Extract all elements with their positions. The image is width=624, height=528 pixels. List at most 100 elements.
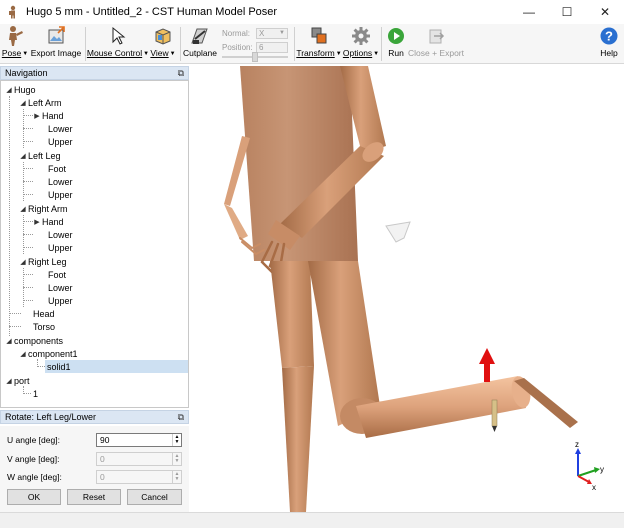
tree-item-head[interactable]: Head (33, 307, 55, 320)
tree-item-right-leg-lower[interactable]: Lower (48, 281, 73, 294)
expanded-icon[interactable]: ◢ (18, 258, 28, 266)
mouse-control-button[interactable]: Mouse Control▼ (86, 24, 149, 64)
spin-arrows-icon[interactable]: ▲ ▼ (172, 471, 181, 483)
position-slider[interactable] (222, 52, 288, 62)
pose-label: Pose (1, 48, 22, 58)
tree-item-left-leg-upper[interactable]: Upper (48, 188, 73, 201)
pose-button[interactable]: Pose▼ (1, 24, 28, 64)
cutplane-button[interactable]: Cutplane (183, 24, 217, 64)
chevron-down-icon: ▼ (279, 30, 285, 36)
tree-item-left-arm-lower[interactable]: Lower (48, 122, 73, 135)
tree-item-right-arm-hand[interactable]: ▶ Hand (32, 215, 63, 228)
tree-label: Right Arm (28, 203, 68, 214)
left-leg-lower-selected (356, 376, 526, 438)
normal-value: X (259, 28, 265, 38)
tree-item-left-leg-foot[interactable]: Foot (48, 162, 66, 175)
human-model-scene[interactable]: z y x (190, 66, 624, 512)
cutplane-label: Cutplane (182, 48, 218, 58)
tree-label: Left Leg (28, 150, 61, 161)
tree-item-right-leg-upper[interactable]: Upper (48, 294, 73, 307)
normal-label: Normal: (222, 28, 251, 38)
expanded-icon[interactable]: ◢ (18, 350, 28, 358)
svg-text:?: ? (605, 29, 613, 44)
tree-item-components[interactable]: ◢ components (4, 334, 63, 347)
tree-item-left-arm[interactable]: ◢ Left Arm (18, 96, 61, 109)
expanded-icon[interactable]: ◢ (4, 86, 14, 94)
ok-button[interactable]: OK (7, 489, 61, 505)
axis-y-label: y (600, 465, 604, 474)
3d-viewport[interactable]: z y x (190, 66, 624, 512)
export-image-button[interactable]: Export Image (31, 24, 81, 64)
tree-item-component1[interactable]: ◢ component1 (18, 347, 78, 360)
window-title: Hugo 5 mm - Untitled_2 - CST Human Model… (26, 6, 278, 18)
axis-x-label: x (592, 483, 596, 492)
axis-z-label: z (575, 440, 579, 449)
v-angle-input[interactable]: 0 ▲ ▼ (96, 452, 182, 466)
w-angle-input[interactable]: 0 ▲ ▼ (96, 470, 182, 484)
mouse-control-label: Mouse Control (86, 48, 143, 58)
expanded-icon[interactable]: ◢ (4, 377, 14, 385)
position-input[interactable]: 6 (256, 41, 288, 53)
tree-item-left-leg[interactable]: ◢ Left Leg (18, 149, 61, 162)
slider-thumb[interactable] (252, 52, 258, 62)
toolbar-separator (180, 27, 181, 61)
options-button[interactable]: Options▼ (343, 24, 379, 64)
translate-arrow[interactable] (479, 348, 495, 382)
gear-icon (352, 27, 370, 45)
tree-item-port-1[interactable]: 1 (33, 387, 38, 400)
close-export-label: Close + Export (408, 48, 464, 58)
tree-label: Lower (48, 282, 73, 293)
spin-arrows-icon[interactable]: ▲ ▼ (172, 453, 181, 465)
tree-item-right-arm-upper[interactable]: Upper (48, 241, 73, 254)
cancel-button[interactable]: Cancel (127, 489, 182, 505)
minimize-button[interactable]: — (510, 0, 548, 24)
collapsed-icon[interactable]: ▶ (32, 112, 42, 120)
close-export-button[interactable]: Close + Export (408, 24, 464, 64)
tree-item-left-arm-upper[interactable]: Upper (48, 135, 73, 148)
view-label: View (150, 48, 169, 58)
v-angle-label: V angle [deg]: (7, 454, 60, 464)
navigation-header: Navigation ⧉ (0, 66, 189, 80)
axes-indicator: z y x (575, 440, 604, 492)
maximize-button[interactable]: ☐ (548, 0, 586, 24)
transform-icon (311, 27, 327, 44)
view-button[interactable]: View▼ (150, 24, 176, 64)
tree-label: Hugo (14, 84, 36, 95)
expanded-icon[interactable]: ◢ (18, 152, 28, 160)
tree-item-left-leg-lower[interactable]: Lower (48, 175, 73, 188)
normal-select[interactable]: X ▼ (256, 27, 288, 39)
reset-button[interactable]: Reset (67, 489, 121, 505)
w-angle-row: W angle [deg]: 0 ▲ ▼ (7, 470, 182, 484)
tree-item-right-leg[interactable]: ◢ Right Leg (18, 255, 66, 268)
tree-item-right-arm-lower[interactable]: Lower (48, 228, 73, 241)
tree-item-torso[interactable]: Torso (33, 320, 55, 333)
view-cube-icon (155, 28, 171, 45)
tree-item-solid1[interactable]: solid1 (45, 360, 188, 373)
u-angle-label: U angle [deg]: (7, 435, 60, 445)
run-button[interactable]: Run (385, 24, 407, 64)
tree-item-hugo[interactable]: ◢ Hugo (4, 83, 36, 96)
undock-icon[interactable]: ⧉ (178, 412, 184, 423)
collapsed-icon[interactable]: ▶ (32, 218, 42, 226)
tree-label: solid1 (47, 361, 71, 372)
help-button[interactable]: ? Help (598, 24, 620, 64)
transform-button[interactable]: Transform▼ (296, 24, 342, 64)
expanded-icon[interactable]: ◢ (18, 205, 28, 213)
navigation-title: Navigation (5, 68, 48, 78)
tree-label: component1 (28, 348, 78, 359)
tree-item-right-leg-foot[interactable]: Foot (48, 268, 66, 281)
close-button[interactable]: ✕ (586, 0, 624, 24)
v-angle-row: V angle [deg]: 0 ▲ ▼ (7, 452, 182, 466)
tree-item-port[interactable]: ◢ port (4, 374, 29, 387)
tree-item-right-arm[interactable]: ◢ Right Arm (18, 202, 68, 215)
tree-item-left-arm-hand[interactable]: ▶ Hand (32, 109, 63, 122)
spin-arrows-icon[interactable]: ▲ ▼ (172, 434, 181, 446)
u-angle-input[interactable]: 90 ▲ ▼ (96, 433, 182, 447)
toolbar-separator (381, 27, 382, 61)
tree-label: Foot (48, 163, 67, 174)
expanded-icon[interactable]: ◢ (4, 337, 14, 345)
undock-icon[interactable]: ⧉ (178, 68, 184, 79)
expanded-icon[interactable]: ◢ (18, 99, 28, 107)
tree-label: 1 (33, 388, 39, 399)
left-upper-arm (224, 136, 250, 206)
